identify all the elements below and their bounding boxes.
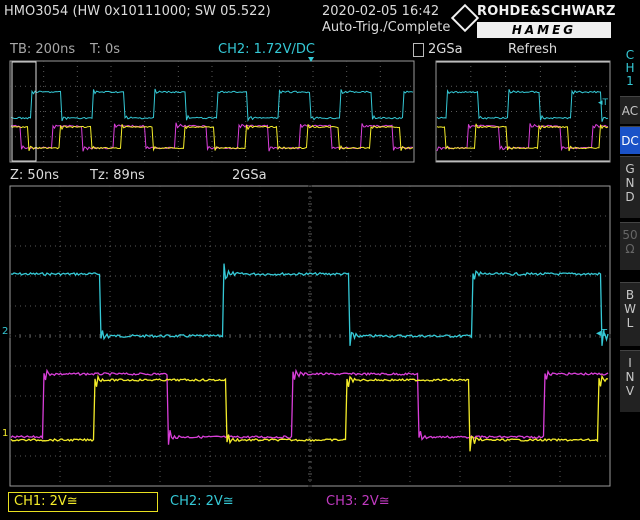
- side-button-label: 50: [622, 228, 638, 242]
- side-button-label: N: [625, 176, 635, 190]
- side-button-label: B: [625, 288, 635, 302]
- side-button-label: D: [625, 190, 635, 204]
- overview-ch3-trace: [436, 123, 609, 152]
- ch2-scale-readout[interactable]: CH2: 2V≅: [170, 494, 234, 510]
- side-button-label: W: [624, 302, 636, 316]
- side-channel-label: H: [625, 61, 635, 75]
- ch2-ground-marker[interactable]: 2: [2, 326, 8, 337]
- side-button-inv[interactable]: INV: [620, 350, 640, 412]
- ch1-scale-readout[interactable]: CH1: 2V≅: [14, 494, 78, 510]
- main-trigger-level-marker: ◂T: [596, 328, 608, 339]
- side-button-50[interactable]: 50 Ω: [620, 222, 640, 270]
- overview-traces: [10, 88, 609, 152]
- side-button-ac[interactable]: AC: [620, 96, 640, 124]
- side-button-gnd[interactable]: GND: [620, 156, 640, 218]
- overview-trigger-level-marker: ◂T: [598, 98, 609, 108]
- side-button-label: V: [625, 384, 635, 398]
- side-button-label: L: [626, 316, 634, 330]
- side-button-label: DC: [621, 134, 639, 148]
- ch1-ground-marker[interactable]: 1: [2, 428, 8, 439]
- overview-frame-right: [435, 60, 611, 163]
- overview-ch2-trace: [436, 88, 609, 122]
- side-button-label: N: [625, 370, 635, 384]
- side-button-bwl[interactable]: BWL: [620, 282, 640, 346]
- side-button-label: I: [628, 356, 632, 370]
- side-button-dc[interactable]: DC: [620, 126, 640, 154]
- main-grid: [9, 185, 611, 487]
- side-channel-label: C: [625, 48, 635, 62]
- ch3-scale-readout[interactable]: CH3: 2V≅: [326, 494, 390, 510]
- zoom-window-2: [435, 61, 611, 162]
- side-button-label: AC: [621, 104, 639, 118]
- overview-grid: [10, 61, 610, 162]
- side-button-label: Ω: [625, 242, 635, 256]
- side-channel-label: 1: [626, 74, 634, 88]
- side-button-label: G: [625, 162, 635, 176]
- waveform-display[interactable]: [0, 0, 640, 520]
